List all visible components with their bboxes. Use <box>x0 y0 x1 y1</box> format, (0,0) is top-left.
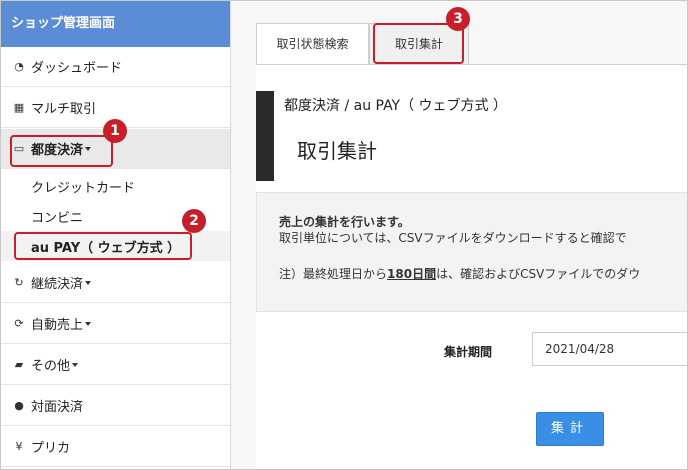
summarize-button[interactable]: 集計 <box>536 412 604 446</box>
info-box: 売上の集計を行います。 取引単位については、CSVファイルをダウンロードすると確… <box>256 192 687 312</box>
sidebar-item-dashboard[interactable]: ◔ ダッシュボード <box>1 47 230 87</box>
folder-icon: ▰ <box>14 358 24 371</box>
period-date-input[interactable]: 2021/04/28 <box>532 332 687 366</box>
content-panel: 都度決済 / au PAY（ ウェブ方式 ） 取引集計 売上の集計を行います。 … <box>256 65 687 469</box>
sidebar-item-label: 自動売上 <box>31 318 84 333</box>
tab-transaction-search[interactable]: 取引状態検索 <box>256 23 369 64</box>
sidebar-item-label: マルチ取引 <box>31 102 97 117</box>
caret-down-icon <box>85 321 92 326</box>
yen-icon: ¥ <box>15 440 23 453</box>
sidebar-item-recurring[interactable]: ↻ 継続決済 <box>1 263 230 303</box>
callout-badge-1: 1 <box>103 119 127 143</box>
info-line-3-prefix: 注）最終処理日から <box>279 267 388 281</box>
sidebar-item-other[interactable]: ▰ その他 <box>1 345 230 385</box>
callout-highlight-3 <box>373 23 464 64</box>
info-line-2: 取引単位については、CSVファイルをダウンロードすると確認で <box>279 231 627 245</box>
sidebar-item-label: プリカ <box>31 441 71 456</box>
info-line-3: 注）最終処理日から180日間は、確認およびCSVファイルでのダウ <box>279 265 640 282</box>
sidebar-item-label: ダッシュボード <box>31 61 123 76</box>
sidebar-item-label: その他 <box>31 359 71 374</box>
period-label: 集計期間 <box>444 345 493 359</box>
sidebar-item-label: 継続決済 <box>31 277 84 292</box>
sidebar-subitem-credit[interactable]: クレジットカード <box>1 171 230 201</box>
refresh-icon: ↻ <box>14 276 24 289</box>
callout-badge-3: 3 <box>446 7 470 31</box>
callout-highlight-1 <box>10 135 113 167</box>
tab-bar: 取引状態検索 取引集計 <box>256 23 687 64</box>
sidebar-item-in-person[interactable]: ● 対面決済 <box>1 386 230 426</box>
sidebar-item-prepaid[interactable]: ¥ プリカ <box>1 427 230 467</box>
info-line-3-emphasis: 180日間 <box>387 267 437 281</box>
dashboard-icon: ◔ <box>14 60 24 73</box>
sidebar-item-label: 対面決済 <box>31 400 84 415</box>
page-title: 取引集計 <box>297 139 377 163</box>
sync-icon: ⟳ <box>14 317 24 330</box>
sidebar-item-auto-sales[interactable]: ⟳ 自動売上 <box>1 304 230 344</box>
info-line-1: 売上の集計を行います。 <box>279 215 410 229</box>
breadcrumb: 都度決済 / au PAY（ ウェブ方式 ） <box>284 98 508 114</box>
callout-badge-2: 2 <box>182 209 206 233</box>
info-line-3-suffix: は、確認およびCSVファイルでのダウ <box>436 267 641 281</box>
caret-down-icon <box>85 280 92 285</box>
user-icon: ● <box>14 399 24 412</box>
heading-bar <box>256 91 274 181</box>
caret-down-icon <box>72 362 79 367</box>
grid-icon: ▦ <box>13 101 25 114</box>
sidebar-title: ショップ管理画面 <box>1 1 230 47</box>
app-frame: ショップ管理画面 ◔ ダッシュボード ▦ マルチ取引 ▭ 都度決済 クレジットカ… <box>0 0 688 470</box>
main-area: 取引状態検索 取引集計 都度決済 / au PAY（ ウェブ方式 ） 取引集計 … <box>231 1 687 469</box>
callout-highlight-2 <box>14 232 192 260</box>
